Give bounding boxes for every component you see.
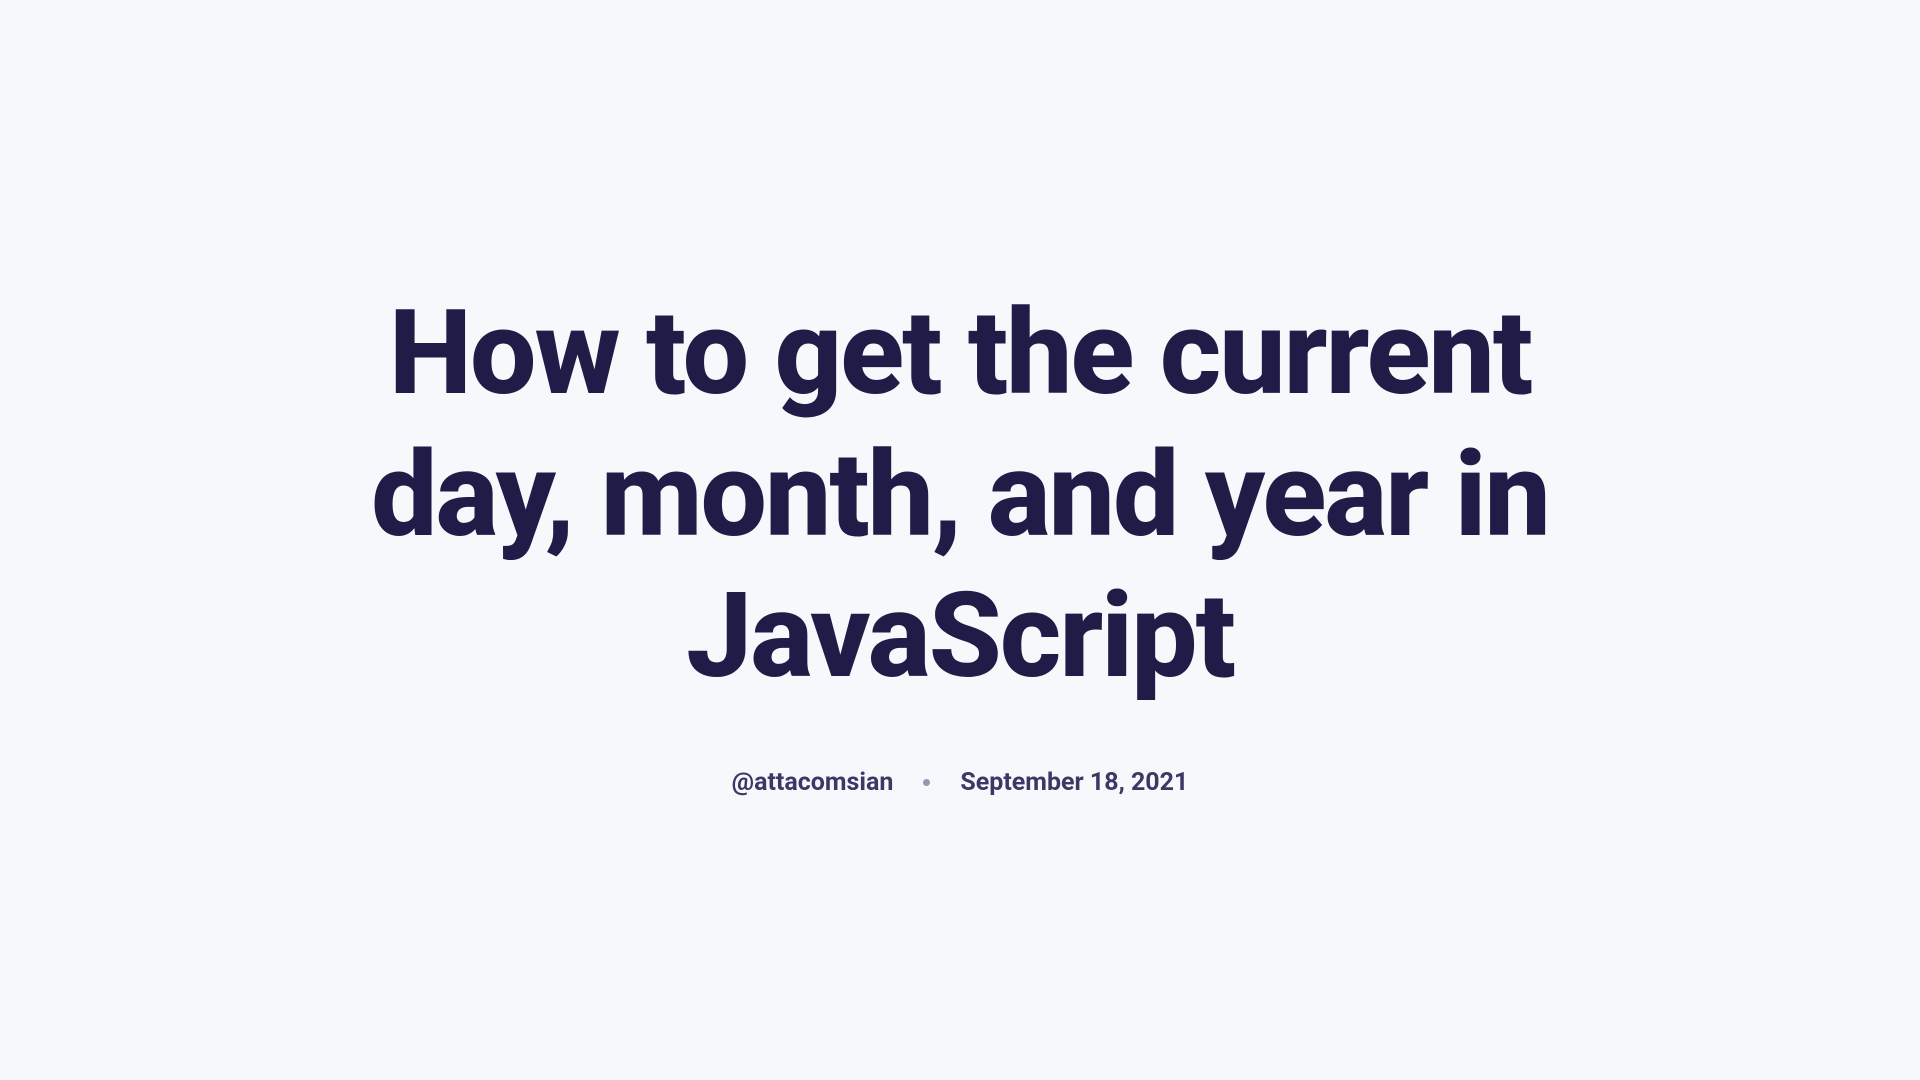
meta-separator	[923, 779, 930, 786]
author-handle: @attacomsian	[732, 768, 894, 797]
article-meta: @attacomsian September 18, 2021	[732, 768, 1189, 797]
article-title: How to get the current day, month, and y…	[300, 283, 1620, 708]
publish-date: September 18, 2021	[960, 768, 1188, 797]
article-header: How to get the current day, month, and y…	[260, 283, 1660, 797]
